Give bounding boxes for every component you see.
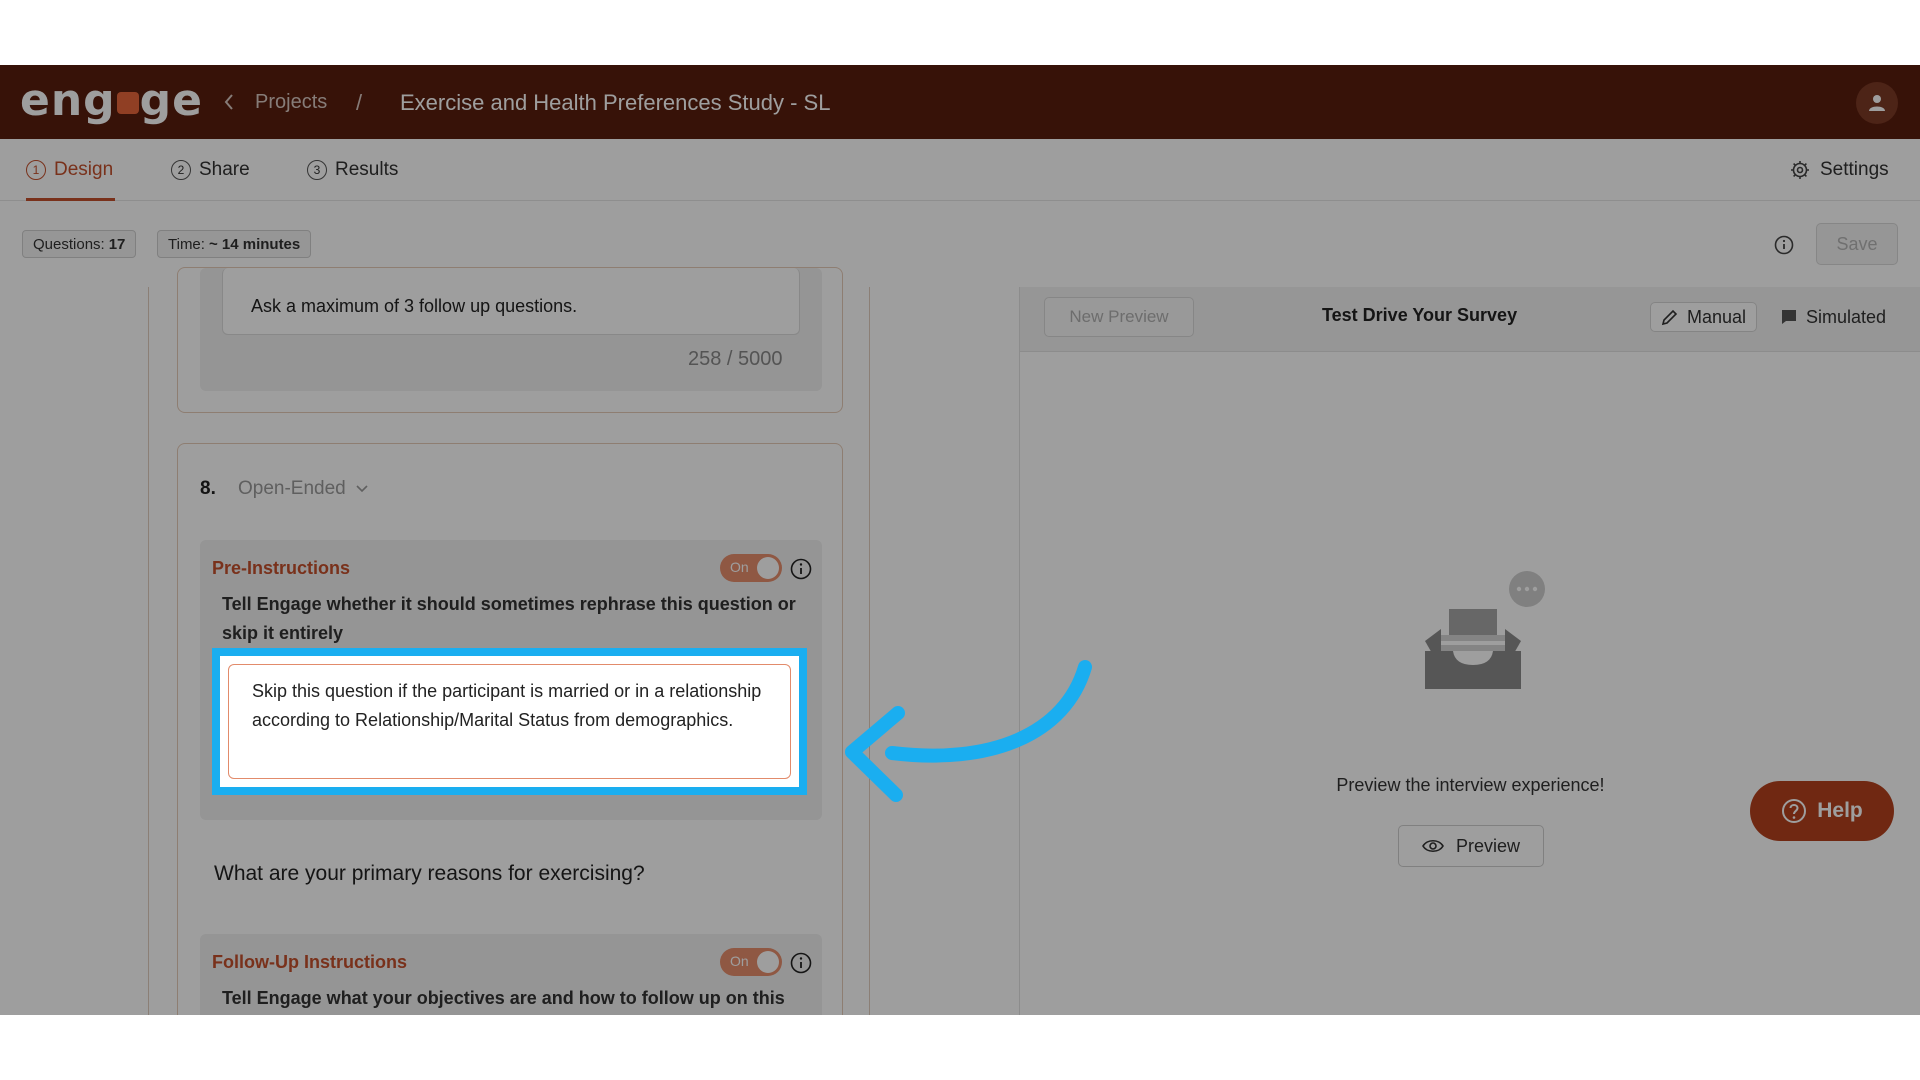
pre-instructions-input[interactable]: Skip this question if the participant is… bbox=[228, 664, 791, 779]
pointer-arrow-icon bbox=[845, 660, 1092, 802]
app-window: eng ge Projects / Exercise and Health Pre… bbox=[0, 65, 1920, 1015]
tutorial-overlay bbox=[0, 65, 1920, 1015]
highlight-box: Skip this question if the participant is… bbox=[212, 648, 807, 795]
